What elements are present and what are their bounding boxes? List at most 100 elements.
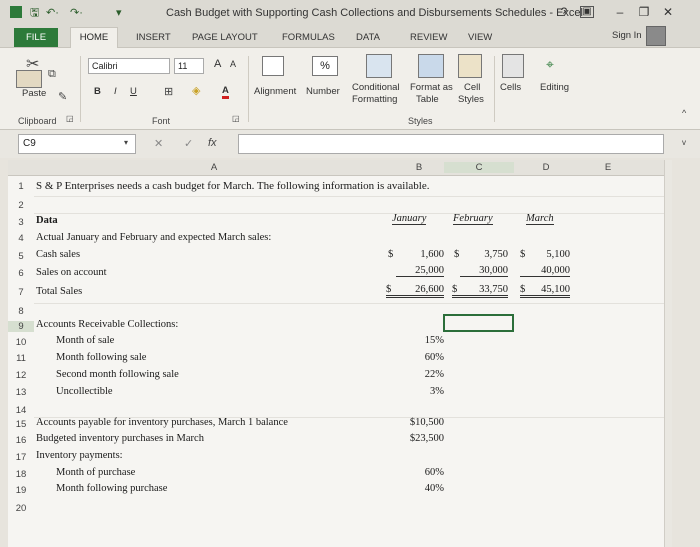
row-header[interactable]: 1 [8, 181, 34, 192]
ribbon-display-options-icon[interactable]: ▣ [580, 6, 594, 18]
conditional-formatting-label[interactable]: Conditional [352, 82, 400, 93]
restore-button[interactable]: ❐ [636, 4, 652, 20]
data-heading[interactable]: Data [36, 215, 58, 226]
sales-on-account-february[interactable]: 30,000 [460, 265, 508, 277]
worksheet-grid[interactable]: A B C D E 1 2 3 4 5 6 7 8 9 10 11 12 13 … [8, 160, 672, 547]
sales-on-account-january[interactable]: 25,000 [396, 265, 444, 277]
selected-cell-c9[interactable] [443, 314, 514, 332]
shrink-font-button[interactable]: A [230, 59, 236, 69]
cells-button[interactable]: Cells [500, 82, 521, 93]
march-heading[interactable]: March [526, 213, 554, 225]
month-of-purchase-value[interactable]: 60% [408, 467, 444, 478]
month-following-sale-value[interactable]: 60% [408, 352, 444, 363]
cash-sales-february[interactable]: 3,750 [470, 249, 508, 260]
paste-icon[interactable] [16, 70, 42, 88]
cell-styles-label[interactable]: Cell [464, 82, 480, 93]
row-header[interactable]: 11 [8, 353, 34, 364]
row-header[interactable]: 3 [8, 217, 34, 228]
clipboard-launcher-icon[interactable]: ◲ [66, 114, 74, 123]
tab-formulas[interactable]: FORMULAS [282, 32, 335, 43]
row-header[interactable]: 2 [8, 200, 34, 211]
column-header-b[interactable]: B [394, 162, 444, 173]
month-following-purchase-label[interactable]: Month following purchase [56, 483, 167, 494]
save-icon[interactable]: 🖫 [30, 6, 39, 20]
tab-page-layout[interactable]: PAGE LAYOUT [192, 32, 258, 43]
font-name-box[interactable]: Calibri [88, 58, 170, 74]
font-color-button[interactable]: A [222, 85, 229, 99]
month-of-purchase-label[interactable]: Month of purchase [56, 467, 135, 478]
row-header[interactable]: 16 [8, 435, 34, 446]
grow-font-button[interactable]: A [214, 58, 221, 70]
column-header-d[interactable]: D [514, 162, 578, 173]
tab-insert[interactable]: INSERT [136, 32, 171, 43]
total-sales-january[interactable]: $26,600 [386, 284, 444, 298]
expand-formula-bar-icon[interactable]: v [682, 138, 686, 147]
cell-styles-label-2[interactable]: Styles [458, 94, 484, 105]
tab-home[interactable]: HOME [70, 27, 118, 49]
tab-view[interactable]: VIEW [468, 32, 492, 43]
tab-review[interactable]: REVIEW [410, 32, 447, 43]
ap-march-balance-value[interactable]: $10,500 [394, 417, 444, 428]
row-header[interactable]: 20 [8, 503, 34, 514]
uncollectible-value[interactable]: 3% [408, 386, 444, 397]
insert-function-icon[interactable]: fx [208, 137, 217, 149]
font-launcher-icon[interactable]: ◲ [232, 114, 240, 123]
collapse-ribbon-icon[interactable]: ^ [682, 108, 686, 118]
cash-sales-january[interactable]: 1,600 [406, 249, 444, 260]
conditional-formatting-label-2[interactable]: Formatting [352, 94, 397, 105]
row-header[interactable]: 18 [8, 469, 34, 480]
row-header[interactable]: 9 [8, 321, 34, 332]
conditional-formatting-icon[interactable] [366, 54, 392, 78]
borders-icon[interactable]: ⊞ [164, 85, 173, 98]
row-header[interactable]: 5 [8, 251, 34, 262]
row-header[interactable]: 14 [8, 405, 34, 416]
cells-icon[interactable] [502, 54, 524, 78]
bold-button[interactable]: B [94, 86, 101, 97]
vertical-scrollbar[interactable] [664, 160, 672, 547]
row-header[interactable]: 8 [8, 306, 34, 317]
second-month-following-sale-value[interactable]: 22% [408, 369, 444, 380]
help-button[interactable]: ? [556, 4, 572, 20]
font-size-box[interactable]: 11 [174, 58, 204, 74]
sign-in-link[interactable]: Sign In [612, 30, 642, 41]
month-of-sale-value[interactable]: 15% [408, 335, 444, 346]
italic-button[interactable]: I [114, 86, 117, 97]
ar-collections-heading[interactable]: Accounts Receivable Collections: [36, 319, 178, 330]
cancel-icon[interactable]: ✕ [154, 137, 163, 150]
total-sales-march[interactable]: $45,100 [520, 284, 570, 298]
close-button[interactable]: ✕ [660, 4, 676, 20]
redo-icon[interactable]: ↷· [70, 6, 83, 20]
percent-icon[interactable]: % [312, 56, 338, 76]
ap-march-balance-label[interactable]: Accounts payable for inventory purchases… [36, 417, 288, 428]
month-following-purchase-value[interactable]: 40% [408, 483, 444, 494]
second-month-following-sale-label[interactable]: Second month following sale [56, 369, 179, 380]
month-following-sale-label[interactable]: Month following sale [56, 352, 146, 363]
format-painter-icon[interactable]: ✎ [58, 90, 67, 103]
sales-on-account-label[interactable]: Sales on account [36, 267, 107, 278]
february-heading[interactable]: February [453, 213, 493, 225]
alignment-button[interactable]: Alignment [254, 86, 296, 97]
january-heading[interactable]: January [392, 213, 427, 225]
paste-button[interactable]: Paste [22, 88, 46, 99]
fill-color-icon[interactable]: ◈ [192, 84, 200, 97]
binoculars-icon[interactable]: ⌖ [546, 56, 554, 73]
month-of-sale-label[interactable]: Month of sale [56, 335, 114, 346]
row-header[interactable]: 12 [8, 370, 34, 381]
column-header-c[interactable]: C [444, 162, 514, 173]
chevron-down-icon[interactable]: ▾ [124, 138, 128, 147]
total-sales-label[interactable]: Total Sales [36, 286, 82, 297]
column-header-a[interactable]: A [34, 162, 394, 173]
format-as-table-label[interactable]: Format as [410, 82, 453, 93]
sales-heading[interactable]: Actual January and February and expected… [36, 232, 271, 243]
tab-data[interactable]: DATA [356, 32, 380, 43]
uncollectible-label[interactable]: Uncollectible [56, 386, 113, 397]
inventory-payments-heading[interactable]: Inventory payments: [36, 450, 123, 461]
budgeted-purchases-label[interactable]: Budgeted inventory purchases in March [36, 433, 204, 444]
total-sales-february[interactable]: $33,750 [452, 284, 508, 298]
intro-text[interactable]: S & P Enterprises needs a cash budget fo… [36, 180, 429, 192]
number-button[interactable]: Number [306, 86, 340, 97]
tab-file[interactable]: FILE [14, 28, 58, 47]
cash-sales-label[interactable]: Cash sales [36, 249, 80, 260]
row-header[interactable]: 13 [8, 387, 34, 398]
name-box[interactable]: C9 [18, 134, 136, 154]
